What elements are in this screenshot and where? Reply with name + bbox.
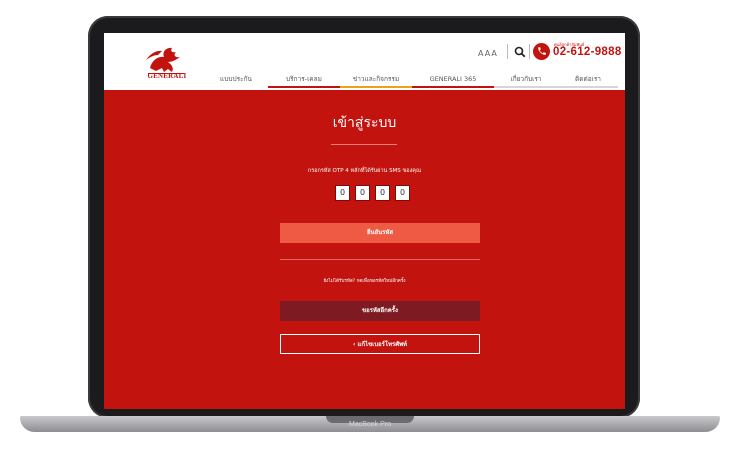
change-phone-number-button[interactable]: ‹ แก้ไขเบอร์โทรศัพท์ bbox=[280, 334, 480, 354]
nav-label: แบบประกัน bbox=[220, 75, 252, 83]
nav-item-insurance[interactable]: แบบประกัน bbox=[204, 75, 268, 88]
otp-digit-2[interactable]: 0 bbox=[355, 185, 370, 201]
nav-underline bbox=[558, 86, 618, 88]
hotline-number[interactable]: 02-612-9888 bbox=[553, 46, 622, 58]
section-divider bbox=[280, 259, 480, 260]
nav-item-generali-365[interactable]: GENERALI 365 bbox=[412, 75, 494, 88]
phone-icon[interactable] bbox=[533, 43, 550, 60]
main-nav: แบบประกัน บริการ-เคลม ข่าวและกิจกรรม GEN… bbox=[204, 75, 618, 88]
nav-underline bbox=[412, 86, 494, 88]
font-size-toggle[interactable]: AAA bbox=[478, 46, 498, 60]
logo-wordmark: GENERALI bbox=[147, 72, 187, 80]
site-header: GENERALI AAA ศูนย์ลูกค้าสัมพันธ์ 02-612-… bbox=[104, 33, 625, 90]
otp-digit-1[interactable]: 0 bbox=[335, 185, 350, 201]
otp-input-group: 0 0 0 0 bbox=[335, 185, 410, 201]
nav-underline bbox=[340, 86, 412, 88]
nav-label: ข่าวและกิจกรรม bbox=[352, 75, 400, 83]
search-icon[interactable] bbox=[514, 46, 526, 58]
util-divider bbox=[507, 44, 508, 59]
nav-underline bbox=[494, 86, 558, 88]
nav-underline bbox=[268, 86, 340, 88]
resend-prompt: ยังไม่ได้รับรหัส? กดเพื่อขอรหัสใหม่อีกคร… bbox=[323, 279, 406, 284]
nav-item-services-claims[interactable]: บริการ-เคลม bbox=[268, 75, 340, 88]
nav-underline bbox=[204, 86, 268, 88]
confirm-otp-button[interactable]: ยืนยันรหัส bbox=[280, 223, 480, 243]
nav-item-about[interactable]: เกี่ยวกับเรา bbox=[494, 75, 558, 88]
page-title: เข้าสู่ระบบ bbox=[332, 115, 397, 131]
otp-digit-3[interactable]: 0 bbox=[375, 185, 390, 201]
nav-label: เกี่ยวกับเรา bbox=[510, 75, 542, 83]
nav-item-news-activities[interactable]: ข่าวและกิจกรรม bbox=[340, 75, 412, 88]
nav-label: ติดต่อเรา bbox=[575, 75, 601, 83]
title-divider bbox=[331, 144, 397, 145]
nav-label: บริการ-เคลม bbox=[286, 75, 322, 83]
nav-label: GENERALI 365 bbox=[429, 75, 477, 83]
resend-otp-button[interactable]: ขอรหัสอีกครั้ง bbox=[280, 301, 480, 321]
otp-instruction: กรอกรหัส OTP 4 หลักที่ได้รับผ่าน SMS ของ… bbox=[307, 168, 422, 174]
nav-item-contact[interactable]: ติดต่อเรา bbox=[558, 75, 618, 88]
util-divider bbox=[529, 44, 530, 59]
otp-digit-4[interactable]: 0 bbox=[395, 185, 410, 201]
device-label: MacBook Pro bbox=[348, 421, 392, 428]
screen: GENERALI AAA ศูนย์ลูกค้าสัมพันธ์ 02-612-… bbox=[104, 33, 625, 409]
